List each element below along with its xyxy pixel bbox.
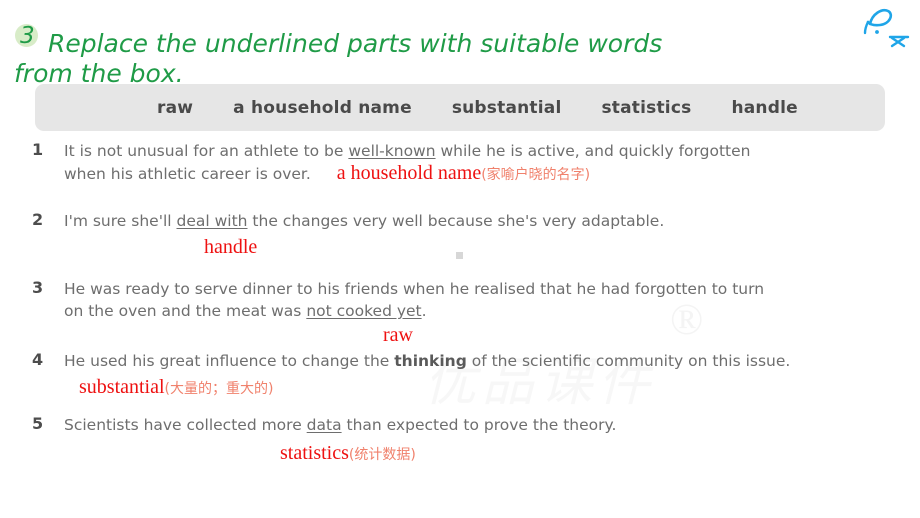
answer-row: statistics(统计数据) xyxy=(64,436,920,465)
exercise-sentence-line-1: He was ready to serve dinner to his frie… xyxy=(64,278,920,300)
answer-word: raw xyxy=(383,324,413,346)
answer-row: substantial(大量的；重大的) xyxy=(64,372,920,398)
exercise-number: 1 xyxy=(32,140,44,159)
answer-word: handle xyxy=(204,236,258,258)
exercise-number: 4 xyxy=(32,350,44,369)
answer-word: substantial xyxy=(79,376,165,398)
exercise-number: 5 xyxy=(32,414,44,433)
answer-text: substantial(大量的；重大的) xyxy=(79,376,273,399)
page-title: 3 Replace the underlined parts with suit… xyxy=(8,23,908,88)
sentence-text: He used his great influence to change th… xyxy=(64,352,395,370)
bold-phrase[interactable]: thinking xyxy=(394,352,467,370)
answer-word: statistics xyxy=(280,442,349,464)
exercise-number: 2 xyxy=(32,210,44,229)
answer-text: handle xyxy=(204,236,257,259)
underlined-phrase[interactable]: well-known xyxy=(348,142,435,160)
page-title-line-1: 3 Replace the underlined parts with suit… xyxy=(8,23,908,58)
answer-gloss: (大量的；重大的) xyxy=(164,381,274,397)
sentence-text: . xyxy=(421,302,427,320)
answer-gloss: (家喻户晓的名字) xyxy=(481,167,591,183)
answer-gloss: (统计数据) xyxy=(348,447,416,463)
answer-word: a household name xyxy=(336,162,482,184)
corner-logo-icon xyxy=(856,2,916,50)
exercise-sentence-line-2: on the oven and the meat was not cooked … xyxy=(64,300,920,322)
exercise-list: 1 It is not unusual for an athlete to be… xyxy=(0,140,920,474)
page-title-text-line-1: Replace the underlined parts with suitab… xyxy=(47,29,663,58)
slide-canvas: 优品课件 ® 3 Replace the underlined parts wi… xyxy=(0,0,920,518)
sentence-text: I'm sure she'll xyxy=(64,212,177,230)
answer-row: raw xyxy=(64,322,920,348)
sentence-text: while he is active, and quickly forgotte… xyxy=(435,142,751,160)
page-title-number: 3 xyxy=(20,23,35,49)
underlined-phrase[interactable]: data xyxy=(307,416,342,434)
word-bank-item[interactable]: raw xyxy=(157,98,193,118)
page-title-text-line-2: from the box. xyxy=(14,59,184,88)
word-bank-list: raw a household name substantial statist… xyxy=(35,84,885,131)
exercise-sentence-line-1: It is not unusual for an athlete to be w… xyxy=(64,140,920,162)
sentence-text: the changes very well because she's very… xyxy=(247,212,665,230)
underlined-phrase[interactable]: deal with xyxy=(177,212,248,230)
answer-text: a household name(家喻户晓的名字) xyxy=(337,162,590,186)
sentence-text: on the oven and the meat was xyxy=(64,302,307,320)
word-bank-item[interactable]: statistics xyxy=(601,98,691,118)
answer-text: raw xyxy=(383,324,413,347)
exercise-item-5: 5 Scientists have collected more data th… xyxy=(0,414,920,474)
word-bank: raw a household name substantial statist… xyxy=(35,84,885,131)
exercise-item-2: 2 I'm sure she'll deal with the changes … xyxy=(0,210,920,278)
word-bank-item[interactable]: substantial xyxy=(452,98,562,118)
sentence-text: than expected to prove the theory. xyxy=(341,416,617,434)
exercise-number: 3 xyxy=(32,278,44,297)
sentence-text: He was ready to serve dinner to his frie… xyxy=(64,280,765,298)
exercise-sentence-line-1: He used his great influence to change th… xyxy=(64,350,920,372)
answer-text: statistics(统计数据) xyxy=(280,442,416,465)
exercise-sentence-line-2: when his athletic career is over. a house… xyxy=(64,162,920,186)
word-bank-item[interactable]: handle xyxy=(731,98,797,118)
word-bank-item[interactable]: a household name xyxy=(233,98,412,118)
sentence-text: Scientists have collected more xyxy=(64,416,307,434)
sentence-text: It is not unusual for an athlete to be xyxy=(64,142,349,160)
sentence-text: of the scientific community on this issu… xyxy=(466,352,791,370)
answer-row: handle xyxy=(64,232,920,258)
underlined-phrase[interactable]: not cooked yet xyxy=(306,302,421,320)
sentence-text: when his athletic career is over. xyxy=(64,165,311,183)
exercise-sentence-line-1: I'm sure she'll deal with the changes ve… xyxy=(64,210,920,232)
exercise-item-4: 4 He used his great influence to change … xyxy=(0,350,920,414)
page-title-number-badge: 3 xyxy=(12,23,40,52)
exercise-sentence-line-1: Scientists have collected more data than… xyxy=(64,414,920,436)
exercise-item-1: 1 It is not unusual for an athlete to be… xyxy=(0,140,920,210)
exercise-item-3: 3 He was ready to serve dinner to his fr… xyxy=(0,278,920,350)
